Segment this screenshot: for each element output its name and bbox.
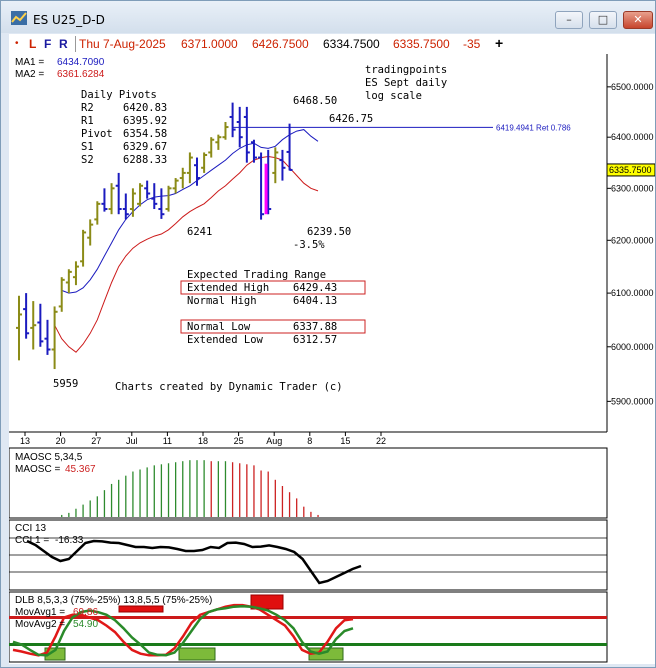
recent-low-label: 6239.50 [307,226,351,238]
pivot-label: S2 [81,154,94,166]
x-tick-label: 11 [163,436,172,446]
swing-low-label: 6241 [187,226,212,238]
dlb-zone-green [178,647,216,661]
retracement-label: 6419.4941 Ret 0.786 [496,123,571,132]
y-tick-label: 6200.0000 [611,235,654,245]
credit-text: Charts created by Dynamic Trader (c) [115,381,343,393]
close-button[interactable]: ✕ [623,11,653,29]
ma2-value: 6361.6284 [57,69,105,80]
toolbar-high: 6426.7500 [252,37,309,51]
toolbar-date: Thu 7-Aug-2025 [79,37,166,51]
y-tick-label: 5900.0000 [611,396,654,406]
range-value: 6337.88 [293,321,337,333]
ma2-label: MA2 = [15,69,44,80]
range-heading: Expected Trading Range [187,269,326,281]
toolbar-R-button[interactable]: R [59,37,68,51]
pivot-label: R1 [81,115,94,127]
toolbar-open: 6371.0000 [181,37,238,51]
last-high-label: 6426.75 [329,113,373,125]
range-value: 6404.13 [293,295,337,307]
x-tick-label: Aug [266,436,282,446]
toolbar-change: -35 [463,37,481,51]
toolbar-low: 6334.7500 [323,37,380,51]
x-tick-label: 22 [376,436,386,446]
pivot-value: 6420.83 [123,102,167,114]
maosc-value: 45.367 [65,464,96,475]
range-value: 6429.43 [293,282,337,294]
maximize-button[interactable]: □ [589,11,617,29]
note-line: ES Sept daily [365,77,447,89]
movavg1-label: MovAvg1 = [15,607,65,618]
pivot-label: Pivot [81,128,113,140]
title-bar[interactable]: ES U25_D-D – □ ✕ [1,1,655,33]
toolbar-F-button[interactable]: F [44,37,51,51]
dlb-label: DLB 8,5,3,3 (75%-25%) 13,8,5,5 (75%-25%) [15,595,212,606]
pivot-value: 6288.33 [123,154,167,166]
maosc-pane [9,447,608,519]
movavg2-label: MovAvg2 = [15,619,65,630]
pivots-heading: Daily Pivots [81,89,157,101]
pivot-value: 6354.58 [123,128,167,140]
minimize-button[interactable]: – [555,11,583,29]
y-tick-label: 6100.0000 [611,288,654,298]
range-label: Normal High [187,295,257,307]
ohlc-toolbar: • L F R Thu 7-Aug-2025 6371.0000 6426.75… [9,34,655,55]
x-tick-label: 18 [198,436,208,446]
y-tick-label: 6500.0000 [611,82,654,92]
chart-area: 6500.0000 6400.0000 6300.0000 6200.0000 6100… [9,54,655,664]
x-tick-label: 25 [234,436,244,446]
toolbar-plus-button[interactable]: + [495,35,503,51]
note-line: log scale [365,90,422,102]
pivot-value: 6329.67 [123,141,167,153]
x-tick-label: 27 [91,436,101,446]
pivot-label: R2 [81,102,94,114]
chart-app-icon [11,11,27,25]
maosc-value-label: MAOSC = [15,464,60,475]
cci-value: -16.33 [55,535,84,546]
window-title: ES U25_D-D [33,13,105,27]
range-label: Extended High [187,282,269,294]
drop-pct-label: -3.5% [293,239,325,251]
range-value: 6312.57 [293,334,337,346]
movavg1-value: 69.86 [73,607,98,618]
last-price-label: 6335.7500 [609,165,652,175]
maosc-label: MAOSC 5,34,5 [15,452,83,463]
x-tick-label: 8 [307,436,312,446]
x-tick-label: 20 [56,436,66,446]
x-tick-label: Jul [126,436,138,446]
x-tick-label: 13 [20,436,30,446]
toolbar-close: 6335.7500 [393,37,450,51]
y-tick-label: 6300.0000 [611,183,654,193]
toolbar-divider [75,36,76,52]
y-tick-label: 6400.0000 [611,132,654,142]
note-line: tradingpoints [365,64,447,76]
june-low-label: 5959 [53,378,78,390]
chart-svg: 6500.0000 6400.0000 6300.0000 6200.0000 6100… [9,54,655,663]
dlb-zone-red [118,605,164,613]
x-tick-label: 15 [340,436,350,446]
pivot-label: S1 [81,141,94,153]
pivot-value: 6395.92 [123,115,167,127]
toolbar-L-button[interactable]: L [29,37,36,51]
ma1-value: 6434.7090 [57,57,105,68]
range-label: Extended Low [187,334,264,346]
chart-window: ES U25_D-D – □ ✕ • L F R Thu 7-Aug-2025 … [0,0,656,668]
range-label: Normal Low [187,321,251,333]
y-tick-label: 6000.0000 [611,342,654,352]
ma1-label: MA1 = [15,57,44,68]
cci-label: CCI 13 [15,523,47,534]
movavg2-value: 54.90 [73,619,98,630]
toolbar-dot[interactable]: • [15,38,19,49]
peak-label: 6468.50 [293,95,337,107]
